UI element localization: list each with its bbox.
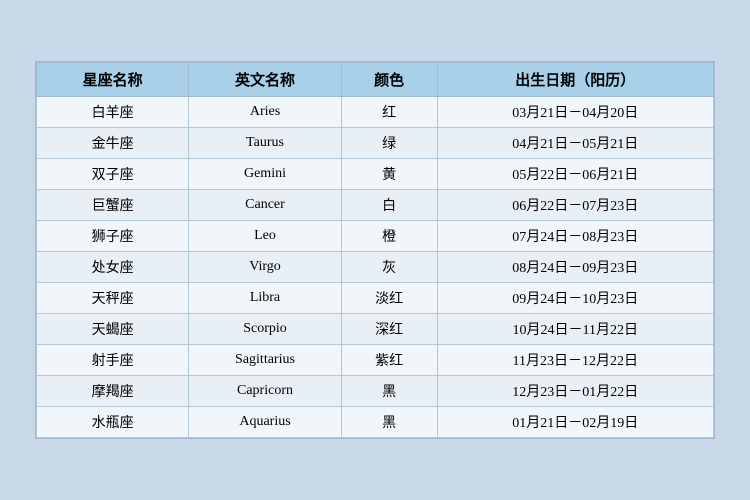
cell-english: Leo (189, 221, 341, 252)
cell-color: 红 (341, 97, 437, 128)
col-header-dates: 出生日期（阳历） (437, 63, 713, 97)
table-row: 处女座Virgo灰08月24日－09月23日 (37, 252, 714, 283)
table-row: 射手座Sagittarius紫红11月23日－12月22日 (37, 345, 714, 376)
table-row: 白羊座Aries红03月21日－04月20日 (37, 97, 714, 128)
cell-english: Capricorn (189, 376, 341, 407)
cell-dates: 11月23日－12月22日 (437, 345, 713, 376)
cell-chinese: 处女座 (37, 252, 189, 283)
cell-dates: 07月24日－08月23日 (437, 221, 713, 252)
cell-color: 紫红 (341, 345, 437, 376)
table-row: 天蝎座Scorpio深红10月24日－11月22日 (37, 314, 714, 345)
cell-english: Virgo (189, 252, 341, 283)
cell-chinese: 巨蟹座 (37, 190, 189, 221)
col-header-english: 英文名称 (189, 63, 341, 97)
cell-chinese: 狮子座 (37, 221, 189, 252)
cell-chinese: 水瓶座 (37, 407, 189, 438)
cell-dates: 01月21日－02月19日 (437, 407, 713, 438)
cell-chinese: 天蝎座 (37, 314, 189, 345)
cell-dates: 09月24日－10月23日 (437, 283, 713, 314)
cell-chinese: 天秤座 (37, 283, 189, 314)
table-header-row: 星座名称 英文名称 颜色 出生日期（阳历） (37, 63, 714, 97)
cell-dates: 03月21日－04月20日 (437, 97, 713, 128)
cell-color: 深红 (341, 314, 437, 345)
cell-english: Scorpio (189, 314, 341, 345)
cell-english: Aries (189, 97, 341, 128)
table-row: 巨蟹座Cancer白06月22日－07月23日 (37, 190, 714, 221)
cell-color: 灰 (341, 252, 437, 283)
zodiac-table: 星座名称 英文名称 颜色 出生日期（阳历） 白羊座Aries红03月21日－04… (36, 62, 714, 438)
table-row: 金牛座Taurus绿04月21日－05月21日 (37, 128, 714, 159)
cell-color: 绿 (341, 128, 437, 159)
cell-color: 黄 (341, 159, 437, 190)
table-row: 狮子座Leo橙07月24日－08月23日 (37, 221, 714, 252)
cell-chinese: 白羊座 (37, 97, 189, 128)
cell-english: Gemini (189, 159, 341, 190)
cell-english: Taurus (189, 128, 341, 159)
table-row: 双子座Gemini黄05月22日－06月21日 (37, 159, 714, 190)
cell-chinese: 双子座 (37, 159, 189, 190)
cell-dates: 08月24日－09月23日 (437, 252, 713, 283)
cell-color: 黑 (341, 376, 437, 407)
cell-dates: 10月24日－11月22日 (437, 314, 713, 345)
cell-dates: 05月22日－06月21日 (437, 159, 713, 190)
table-row: 水瓶座Aquarius黑01月21日－02月19日 (37, 407, 714, 438)
col-header-chinese: 星座名称 (37, 63, 189, 97)
col-header-color: 颜色 (341, 63, 437, 97)
cell-color: 橙 (341, 221, 437, 252)
cell-color: 黑 (341, 407, 437, 438)
cell-english: Cancer (189, 190, 341, 221)
cell-chinese: 金牛座 (37, 128, 189, 159)
table-row: 天秤座Libra淡红09月24日－10月23日 (37, 283, 714, 314)
zodiac-table-container: 星座名称 英文名称 颜色 出生日期（阳历） 白羊座Aries红03月21日－04… (35, 61, 715, 439)
cell-dates: 12月23日－01月22日 (437, 376, 713, 407)
cell-dates: 06月22日－07月23日 (437, 190, 713, 221)
cell-english: Libra (189, 283, 341, 314)
cell-dates: 04月21日－05月21日 (437, 128, 713, 159)
cell-color: 淡红 (341, 283, 437, 314)
cell-english: Aquarius (189, 407, 341, 438)
cell-color: 白 (341, 190, 437, 221)
cell-chinese: 射手座 (37, 345, 189, 376)
table-row: 摩羯座Capricorn黑12月23日－01月22日 (37, 376, 714, 407)
cell-english: Sagittarius (189, 345, 341, 376)
cell-chinese: 摩羯座 (37, 376, 189, 407)
